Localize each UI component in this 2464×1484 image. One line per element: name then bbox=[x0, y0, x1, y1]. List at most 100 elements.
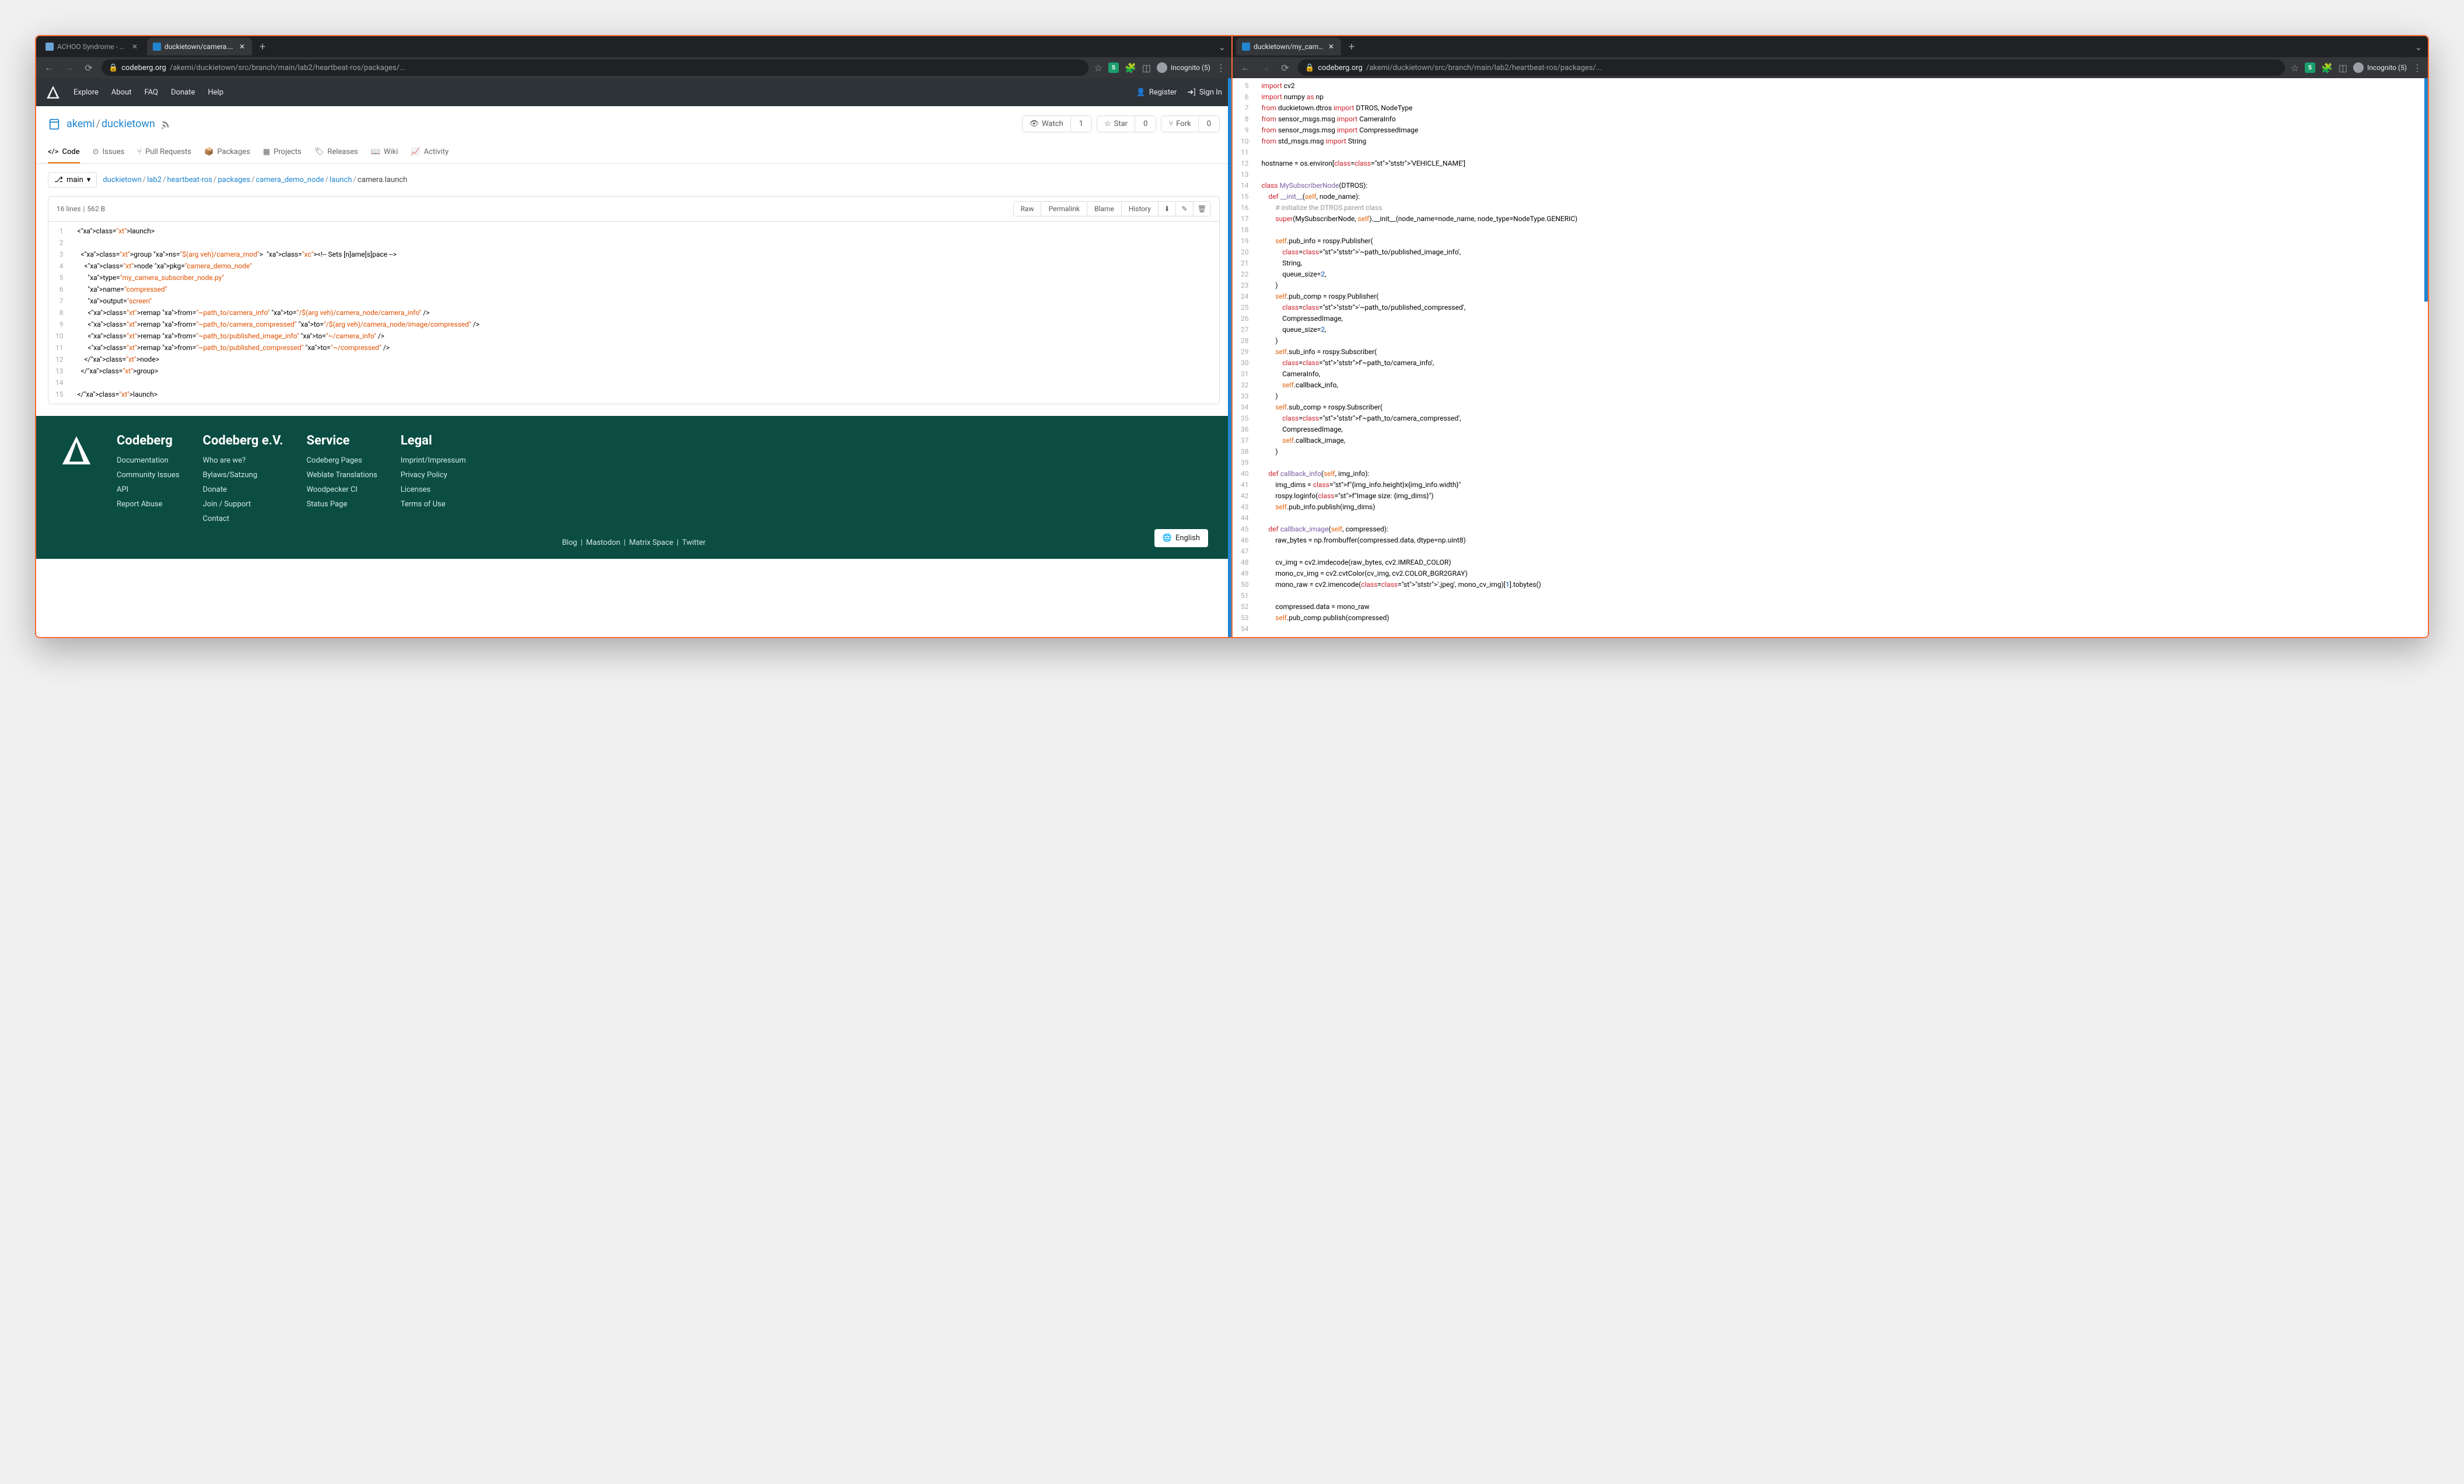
raw-button[interactable]: Raw bbox=[1013, 201, 1042, 216]
history-button[interactable]: History bbox=[1122, 201, 1158, 216]
tab-code[interactable]: </>Code bbox=[48, 142, 80, 163]
menu-icon[interactable]: ⋮ bbox=[1216, 62, 1226, 74]
forward-button[interactable]: → bbox=[62, 61, 76, 75]
incognito-badge[interactable]: Incognito (5) bbox=[1157, 62, 1210, 73]
blame-button[interactable]: Blame bbox=[1087, 201, 1122, 216]
footer-link[interactable]: Contact bbox=[203, 514, 284, 523]
tabs-dropdown-icon[interactable]: ⌄ bbox=[1216, 41, 1228, 52]
tab-wiki[interactable]: 📖Wiki bbox=[371, 142, 398, 163]
crumb-link[interactable]: packages bbox=[218, 176, 250, 184]
browser-tab-2[interactable]: duckietown/camera.launc ✕ bbox=[147, 38, 252, 55]
address-bar[interactable]: 🔒 codeberg.org/akemi/duckietown/src/bran… bbox=[1298, 60, 2285, 76]
social-link[interactable]: Blog bbox=[562, 538, 578, 547]
crumb-link[interactable]: duckietown bbox=[103, 176, 141, 184]
footer-heading: Codeberg e.V. bbox=[203, 433, 284, 448]
social-link[interactable]: Mastodon bbox=[586, 538, 621, 547]
owner-link[interactable]: akemi bbox=[66, 118, 94, 130]
tab-packages[interactable]: 📦Packages bbox=[204, 142, 250, 163]
close-icon[interactable]: ✕ bbox=[131, 43, 139, 51]
browser-tab-1[interactable]: ACHOO Syndrome - Medi ✕ bbox=[40, 38, 145, 55]
register-link[interactable]: 👤Register bbox=[1136, 88, 1177, 97]
address-bar[interactable]: 🔒 codeberg.org/akemi/duckietown/src/bran… bbox=[102, 60, 1088, 76]
tabs-dropdown-icon[interactable]: ⌄ bbox=[2413, 41, 2424, 52]
footer-link[interactable]: Woodpecker CI bbox=[306, 485, 377, 494]
reload-button[interactable]: ⟳ bbox=[82, 61, 96, 75]
panel-icon[interactable]: ◫ bbox=[1142, 62, 1151, 74]
footer-link[interactable]: Status Page bbox=[306, 500, 377, 509]
nav-donate[interactable]: Donate bbox=[171, 88, 195, 97]
footer-link[interactable]: Documentation bbox=[117, 456, 180, 465]
crumb-link[interactable]: heartbeat-ros bbox=[167, 176, 212, 184]
watch-button[interactable]: 👁Watch bbox=[1023, 116, 1070, 132]
browser-tab-1[interactable]: duckietown/my_camera_s ✕ bbox=[1236, 38, 1341, 55]
footer-link[interactable]: Weblate Translations bbox=[306, 471, 377, 480]
menu-icon[interactable]: ⋮ bbox=[2413, 62, 2422, 74]
footer-link[interactable]: Imprint/Impressum bbox=[401, 456, 466, 465]
rss-icon[interactable] bbox=[161, 120, 170, 129]
footer-link[interactable]: Join / Support bbox=[203, 500, 284, 509]
line-gutter: 123456789101112131415 bbox=[48, 222, 71, 404]
repo-link[interactable]: duckietown bbox=[102, 118, 155, 130]
footer-link[interactable]: Donate bbox=[203, 485, 284, 494]
code-view: 5678910111213141516171819202122232425262… bbox=[1233, 78, 2428, 637]
social-link[interactable]: Twitter bbox=[682, 538, 705, 547]
tab-issues[interactable]: ⊙Issues bbox=[93, 142, 125, 163]
tab-releases[interactable]: 🏷Releases bbox=[314, 142, 358, 163]
back-button[interactable]: ← bbox=[1238, 61, 1252, 75]
url-path: /akemi/duckietown/src/branch/main/lab2/h… bbox=[170, 64, 405, 72]
crumb-link[interactable]: launch bbox=[330, 176, 352, 184]
fork-button[interactable]: ⑂Fork bbox=[1161, 116, 1198, 132]
forward-button[interactable]: → bbox=[1258, 61, 1272, 75]
delete-icon[interactable]: 🗑 bbox=[1194, 201, 1211, 216]
star-button[interactable]: ☆Star bbox=[1097, 116, 1135, 132]
footer-link[interactable]: API bbox=[117, 485, 180, 494]
nav-faq[interactable]: FAQ bbox=[145, 88, 158, 97]
scrollbar[interactable] bbox=[1228, 78, 1231, 637]
watch-count[interactable]: 1 bbox=[1070, 116, 1091, 132]
panel-icon[interactable]: ◫ bbox=[2339, 62, 2347, 74]
extension-icon-1[interactable]: S bbox=[1108, 62, 1119, 73]
new-tab-button[interactable]: + bbox=[254, 38, 271, 55]
footer-link[interactable]: Community Issues bbox=[117, 471, 180, 480]
nav-help[interactable]: Help bbox=[208, 88, 223, 97]
footer-link[interactable]: Codeberg Pages bbox=[306, 456, 377, 465]
crumb-link[interactable]: lab2 bbox=[147, 176, 162, 184]
star-icon[interactable]: ☆ bbox=[2291, 62, 2299, 74]
language-button[interactable]: 🌐English bbox=[1154, 529, 1208, 547]
codeberg-logo[interactable] bbox=[46, 85, 61, 100]
signin-link[interactable]: ➜]Sign In bbox=[1187, 88, 1222, 97]
code-source[interactable]: <"xa">class="xt">launch> <"xa">class="xt… bbox=[71, 222, 1220, 404]
permalink-button[interactable]: Permalink bbox=[1041, 201, 1087, 216]
tab-activity[interactable]: 📈Activity bbox=[411, 142, 449, 163]
code-source[interactable]: import cv2 import numpy as np from ducki… bbox=[1257, 78, 2428, 637]
footer-link[interactable]: Who are we? bbox=[203, 456, 284, 465]
new-tab-button[interactable]: + bbox=[1343, 38, 1360, 55]
footer-link[interactable]: Bylaws/Satzung bbox=[203, 471, 284, 480]
social-link[interactable]: Matrix Space bbox=[629, 538, 673, 547]
download-icon[interactable]: ⬇ bbox=[1158, 201, 1176, 216]
reload-button[interactable]: ⟳ bbox=[1278, 61, 1292, 75]
footer-link[interactable]: Privacy Policy bbox=[401, 471, 466, 480]
extensions-icon[interactable]: 🧩 bbox=[2321, 62, 2333, 74]
nav-explore[interactable]: Explore bbox=[74, 88, 99, 97]
scrollbar[interactable] bbox=[2424, 78, 2428, 302]
close-icon[interactable]: ✕ bbox=[238, 43, 246, 51]
tab-projects[interactable]: ▦Projects bbox=[263, 142, 302, 163]
footer-link[interactable]: Terms of Use bbox=[401, 500, 466, 509]
extensions-icon[interactable]: 🧩 bbox=[1125, 62, 1136, 74]
footer-link[interactable]: Report Abuse bbox=[117, 500, 180, 509]
branch-selector[interactable]: ⎇ main ▾ bbox=[48, 172, 97, 188]
star-count[interactable]: 0 bbox=[1135, 116, 1156, 132]
tab-pulls[interactable]: ⑂Pull Requests bbox=[137, 142, 191, 163]
back-button[interactable]: ← bbox=[42, 61, 56, 75]
crumb-link[interactable]: camera_demo_node bbox=[256, 176, 324, 184]
fork-count[interactable]: 0 bbox=[1198, 116, 1219, 132]
edit-icon[interactable]: ✎ bbox=[1176, 201, 1194, 216]
star-icon[interactable]: ☆ bbox=[1094, 62, 1102, 74]
footer-col-ev: Codeberg e.V. Who are we? Bylaws/Satzung… bbox=[203, 433, 284, 529]
incognito-badge[interactable]: Incognito (5) bbox=[2353, 62, 2407, 73]
nav-about[interactable]: About bbox=[111, 88, 132, 97]
footer-link[interactable]: Licenses bbox=[401, 485, 466, 494]
extension-icon-1[interactable]: S bbox=[2305, 62, 2315, 73]
close-icon[interactable]: ✕ bbox=[1327, 43, 1335, 51]
